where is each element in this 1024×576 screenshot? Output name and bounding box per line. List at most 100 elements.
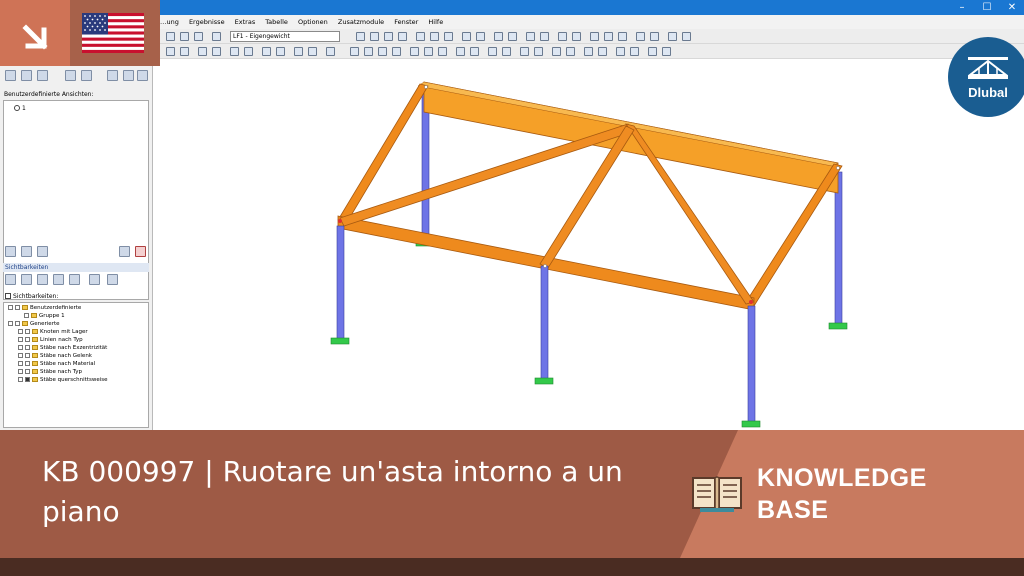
- apply-view-icon[interactable]: [21, 246, 32, 257]
- toolbar-tool-icon[interactable]: [616, 47, 625, 56]
- toolbar-tool-icon[interactable]: [370, 32, 379, 41]
- load-case-select[interactable]: LF1 - Eigengewicht: [230, 31, 340, 42]
- tree-item[interactable]: Stäbe nach Material: [18, 361, 95, 368]
- toolbar-tool-icon[interactable]: [470, 47, 479, 56]
- minimize-button[interactable]: –: [950, 0, 974, 15]
- toolbar-tool-icon[interactable]: [650, 32, 659, 41]
- toolbar-tool-icon[interactable]: [212, 47, 221, 56]
- toolbar-tool-icon[interactable]: [166, 32, 175, 41]
- visibility-header[interactable]: Sichtbarkeiten: [3, 263, 149, 272]
- maximize-button[interactable]: ☐: [975, 0, 999, 15]
- toolbar-tool-icon[interactable]: [308, 47, 317, 56]
- toolbar-tool-icon[interactable]: [630, 47, 639, 56]
- view-tool-icon[interactable]: [107, 70, 118, 81]
- view-tool-icon[interactable]: [21, 70, 32, 81]
- toolbar-tool-icon[interactable]: [682, 32, 691, 41]
- toolbar-tool-icon[interactable]: [534, 47, 543, 56]
- menu-item-fenster[interactable]: Fenster: [394, 15, 418, 29]
- view-tool-icon[interactable]: [123, 70, 134, 81]
- view-tool-icon[interactable]: [5, 70, 16, 81]
- toolbar-tool-icon[interactable]: [262, 47, 271, 56]
- toolbar-tool-icon[interactable]: [416, 32, 425, 41]
- toolbar-tool-icon[interactable]: [508, 32, 517, 41]
- language-badge[interactable]: [0, 0, 160, 66]
- delete-view-icon[interactable]: [135, 246, 146, 257]
- menu-item-zusatzmodule[interactable]: Zusatzmodule: [338, 15, 384, 29]
- toolbar-tool-icon[interactable]: [618, 32, 627, 41]
- toolbar-tool-icon[interactable]: [494, 32, 503, 41]
- toolbar-tool-icon[interactable]: [662, 47, 671, 56]
- toolbar-tool-icon[interactable]: [212, 32, 221, 41]
- toolbar-tool-icon[interactable]: [276, 47, 285, 56]
- toolbar-tool-icon[interactable]: [552, 47, 561, 56]
- tree-item[interactable]: Gruppe 1: [24, 313, 65, 320]
- menu-item-hilfe[interactable]: Hilfe: [428, 15, 443, 29]
- toolbar-tool-icon[interactable]: [384, 32, 393, 41]
- toolbar-tool-icon[interactable]: [572, 32, 581, 41]
- toolbar-tool-icon[interactable]: [244, 47, 253, 56]
- toolbar-tool-icon[interactable]: [350, 47, 359, 56]
- visibility-tool-icon[interactable]: [53, 274, 64, 285]
- toolbar-tool-icon[interactable]: [502, 47, 511, 56]
- toolbar-tool-icon[interactable]: [378, 47, 387, 56]
- toolbar-tool-icon[interactable]: [198, 47, 207, 56]
- menu-item-tabelle[interactable]: Tabelle: [265, 15, 288, 29]
- toolbar-tool-icon[interactable]: [598, 47, 607, 56]
- toolbar-tool-icon[interactable]: [476, 32, 485, 41]
- view-tool-icon[interactable]: [137, 70, 148, 81]
- toolbar-tool-icon[interactable]: [166, 47, 175, 56]
- view-radio-item[interactable]: 1: [14, 105, 26, 112]
- remove-view-icon[interactable]: [119, 246, 130, 257]
- toolbar-tool-icon[interactable]: [488, 47, 497, 56]
- tree-item[interactable]: Stäbe nach Typ: [18, 369, 82, 376]
- visibility-checkbox[interactable]: Sichtbarkeiten:: [5, 293, 58, 300]
- toolbar-tool-icon[interactable]: [668, 32, 677, 41]
- toolbar-tool-icon[interactable]: [438, 47, 447, 56]
- toolbar-tool-icon[interactable]: [392, 47, 401, 56]
- toolbar-tool-icon[interactable]: [398, 32, 407, 41]
- menu-item-ergebnisse[interactable]: Ergebnisse: [189, 15, 225, 29]
- visibility-tool-icon[interactable]: [21, 274, 32, 285]
- menu-item-extras[interactable]: Extras: [235, 15, 256, 29]
- toolbar-tool-icon[interactable]: [558, 32, 567, 41]
- toolbar-tool-icon[interactable]: [180, 32, 189, 41]
- tree-item[interactable]: Stäbe nach Exzentrizität: [18, 345, 107, 352]
- toolbar-tool-icon[interactable]: [540, 32, 549, 41]
- tree-item[interactable]: Knoten mit Lager: [18, 329, 88, 336]
- tree-item[interactable]: Stäbe querschnittsweise: [18, 377, 108, 384]
- toolbar-tool-icon[interactable]: [584, 47, 593, 56]
- toolbar-tool-icon[interactable]: [424, 47, 433, 56]
- model-viewport[interactable]: [154, 57, 1024, 430]
- toolbar-tool-icon[interactable]: [230, 47, 239, 56]
- view-tool-icon[interactable]: [37, 70, 48, 81]
- toolbar-tool-icon[interactable]: [526, 32, 535, 41]
- menu-item-berechnung[interactable]: …ung: [160, 15, 179, 29]
- save-view-icon[interactable]: [5, 246, 16, 257]
- toolbar-tool-icon[interactable]: [444, 32, 453, 41]
- view-tool-icon[interactable]: [81, 70, 92, 81]
- visibility-tool-icon[interactable]: [69, 274, 80, 285]
- toolbar-tool-icon[interactable]: [636, 32, 645, 41]
- toolbar-tool-icon[interactable]: [604, 32, 613, 41]
- toolbar-tool-icon[interactable]: [430, 32, 439, 41]
- visibility-tool-icon[interactable]: [107, 274, 118, 285]
- close-button[interactable]: ✕: [1000, 0, 1024, 15]
- toolbar-tool-icon[interactable]: [180, 47, 189, 56]
- toolbar-tool-icon[interactable]: [364, 47, 373, 56]
- menu-item-optionen[interactable]: Optionen: [298, 15, 328, 29]
- toolbar-tool-icon[interactable]: [590, 32, 599, 41]
- toolbar-tool-icon[interactable]: [462, 32, 471, 41]
- toolbar-tool-icon[interactable]: [520, 47, 529, 56]
- toolbar-tool-icon[interactable]: [326, 47, 335, 56]
- visibility-tool-icon[interactable]: [89, 274, 100, 285]
- toolbar-tool-icon[interactable]: [648, 47, 657, 56]
- toolbar-tool-icon[interactable]: [566, 47, 575, 56]
- tree-item[interactable]: Generierte: [8, 321, 60, 328]
- toolbar-tool-icon[interactable]: [456, 47, 465, 56]
- tree-item[interactable]: Stäbe nach Gelenk: [18, 353, 92, 360]
- toolbar-tool-icon[interactable]: [356, 32, 365, 41]
- toolbar-tool-icon[interactable]: [410, 47, 419, 56]
- toolbar-tool-icon[interactable]: [294, 47, 303, 56]
- toolbar-tool-icon[interactable]: [194, 32, 203, 41]
- view-tool-icon[interactable]: [65, 70, 76, 81]
